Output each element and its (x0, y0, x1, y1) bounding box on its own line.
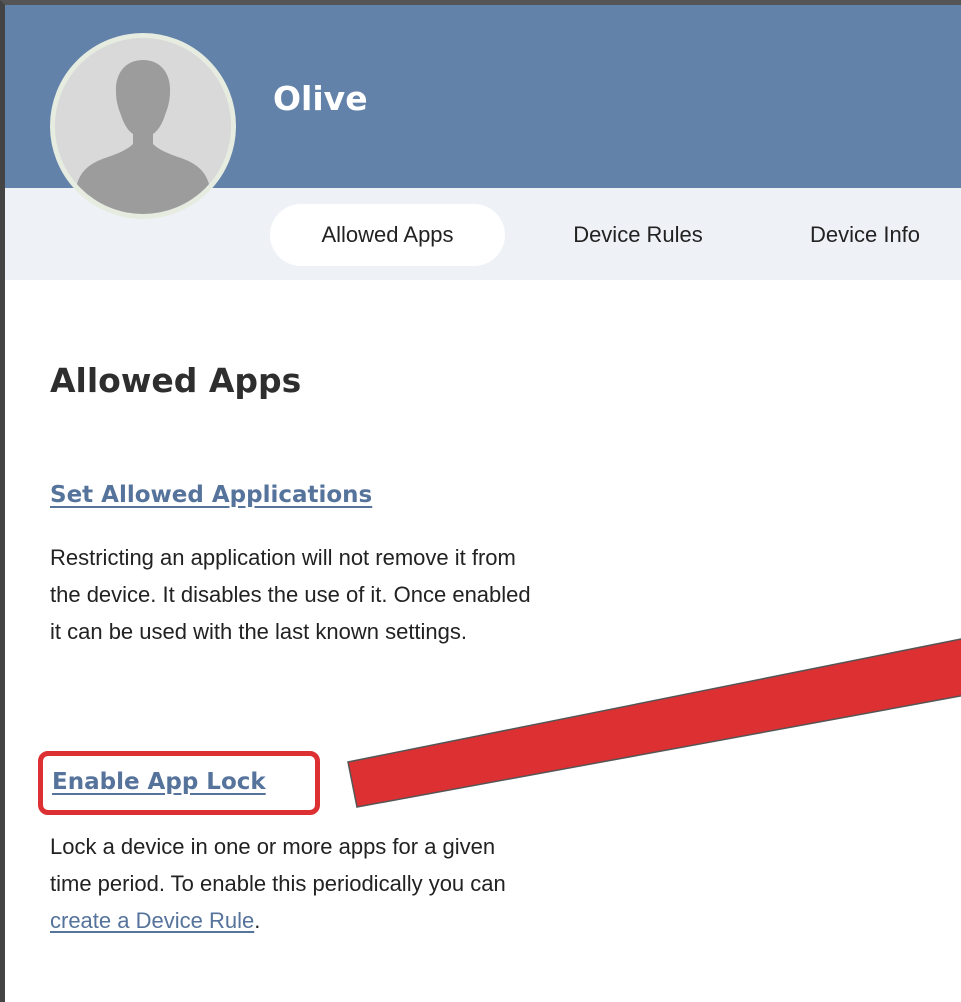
description-line: Lock a device in one or more apps for a … (50, 834, 496, 859)
description-line: the device. It disables the use of it. O… (50, 582, 531, 607)
profile-name: Olive (273, 79, 368, 118)
person-silhouette-icon (55, 38, 231, 214)
page-title: Allowed Apps (50, 361, 302, 400)
create-device-rule-link[interactable]: create a Device Rule (50, 908, 254, 933)
tab-allowed-apps[interactable]: Allowed Apps (270, 204, 505, 266)
set-allowed-description: Restricting an application will not remo… (50, 539, 690, 650)
description-line: Restricting an application will not remo… (50, 545, 516, 570)
description-trailing: . (254, 908, 261, 933)
annotation-arrow-shape (347, 638, 961, 808)
tab-device-info[interactable]: Device Info (780, 204, 950, 266)
description-line: it can be used with the last known setti… (50, 619, 468, 644)
enable-app-lock-link[interactable]: Enable App Lock (52, 767, 266, 797)
set-allowed-applications-link[interactable]: Set Allowed Applications (50, 480, 372, 510)
tab-device-rules[interactable]: Device Rules (538, 204, 738, 266)
avatar (50, 33, 236, 219)
description-line: time period. To enable this periodically… (50, 871, 506, 896)
app-window: Olive Allowed Apps Device Rules Device I… (0, 0, 961, 1002)
app-lock-description: Lock a device in one or more apps for a … (50, 828, 690, 939)
